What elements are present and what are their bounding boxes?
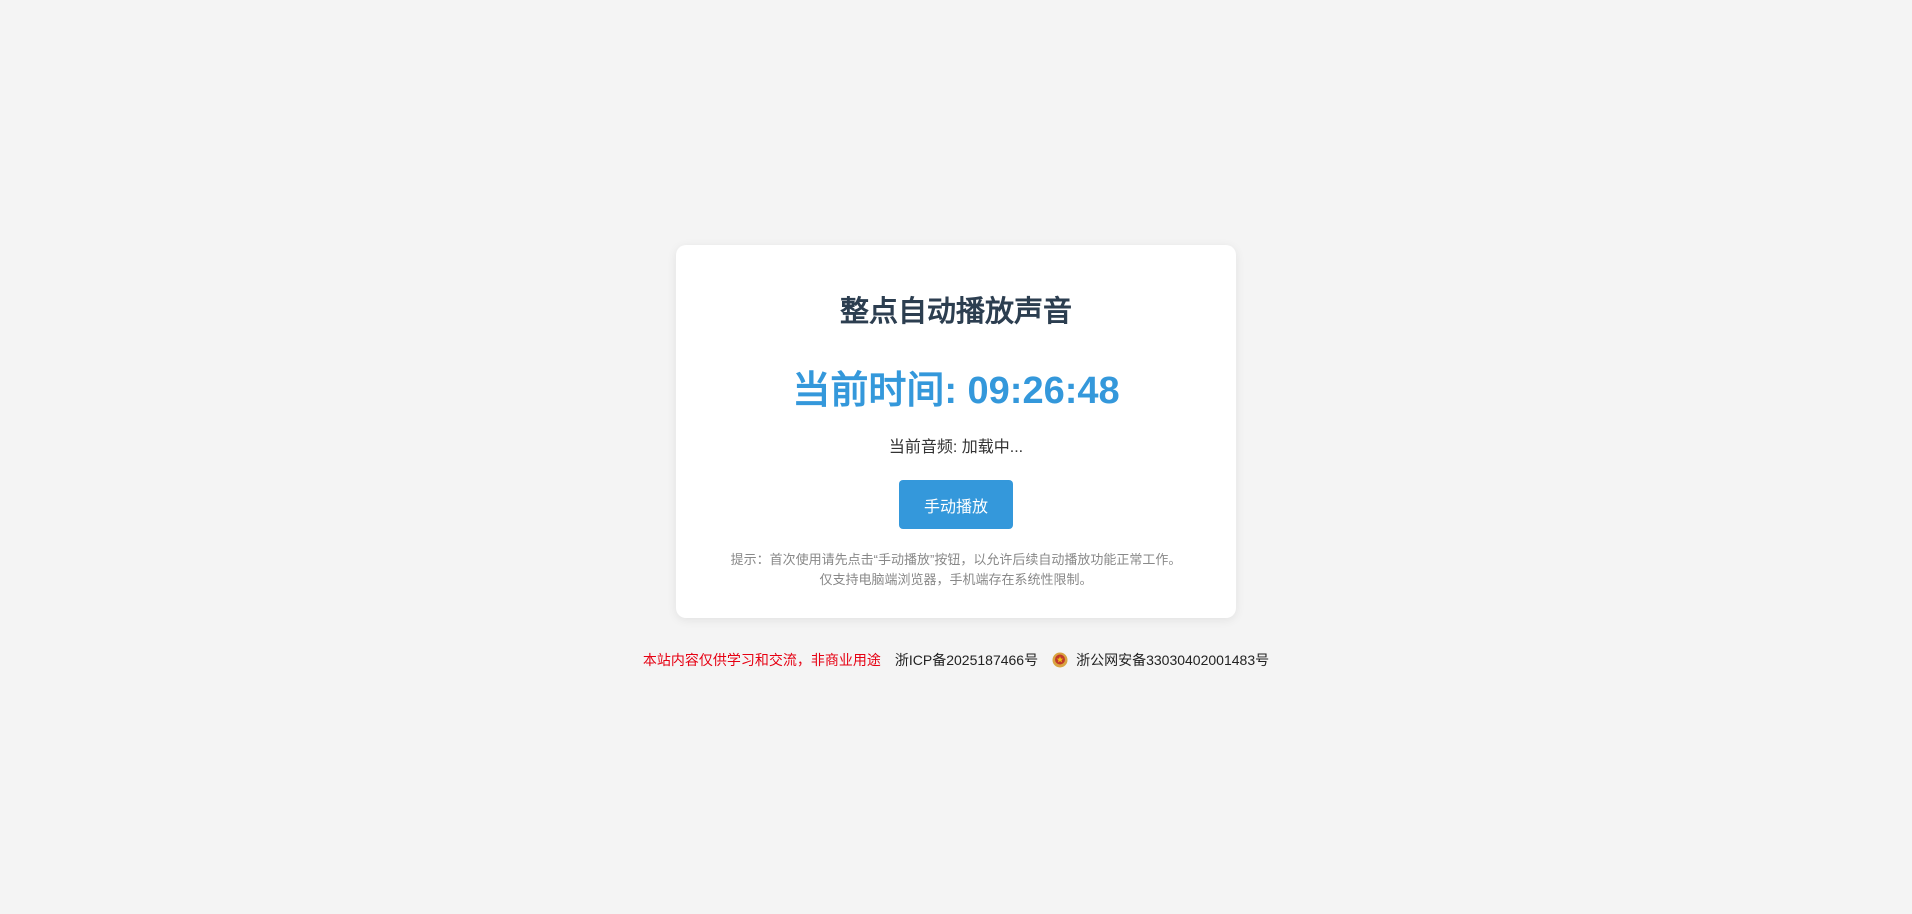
icp-record-link[interactable]: 浙ICP备2025187466号	[895, 650, 1038, 670]
hint-line-2: 仅支持电脑端浏览器，手机端存在系统性限制。	[819, 572, 1093, 587]
page-title: 整点自动播放声音	[839, 296, 1072, 328]
police-record-text: 浙公网安备33030402001483号	[1076, 652, 1270, 668]
disclaimer-text: 本站内容仅供学习和交流，非商业用途	[642, 652, 881, 668]
hint-line-1: 提示：首次使用请先点击“手动播放”按钮，以允许后续自动播放功能正常工作。	[730, 552, 1182, 567]
hint-text: 提示：首次使用请先点击“手动播放”按钮，以允许后续自动播放功能正常工作。 仅支持…	[676, 550, 1236, 590]
police-record-link[interactable]: 浙公网安备33030402001483号	[1052, 650, 1269, 670]
manual-play-button[interactable]: 手动播放	[899, 480, 1013, 529]
main-card: 整点自动播放声音 当前时间: 09:26:48 当前音频: 加载中... 手动播…	[676, 245, 1236, 618]
footer: 本站内容仅供学习和交流，非商业用途 浙ICP备2025187466号 浙公网安备…	[0, 649, 1912, 671]
current-time-display: 当前时间: 09:26:48	[792, 370, 1120, 412]
current-audio-status: 当前音频: 加载中...	[888, 439, 1024, 456]
police-badge-icon	[1052, 652, 1068, 668]
